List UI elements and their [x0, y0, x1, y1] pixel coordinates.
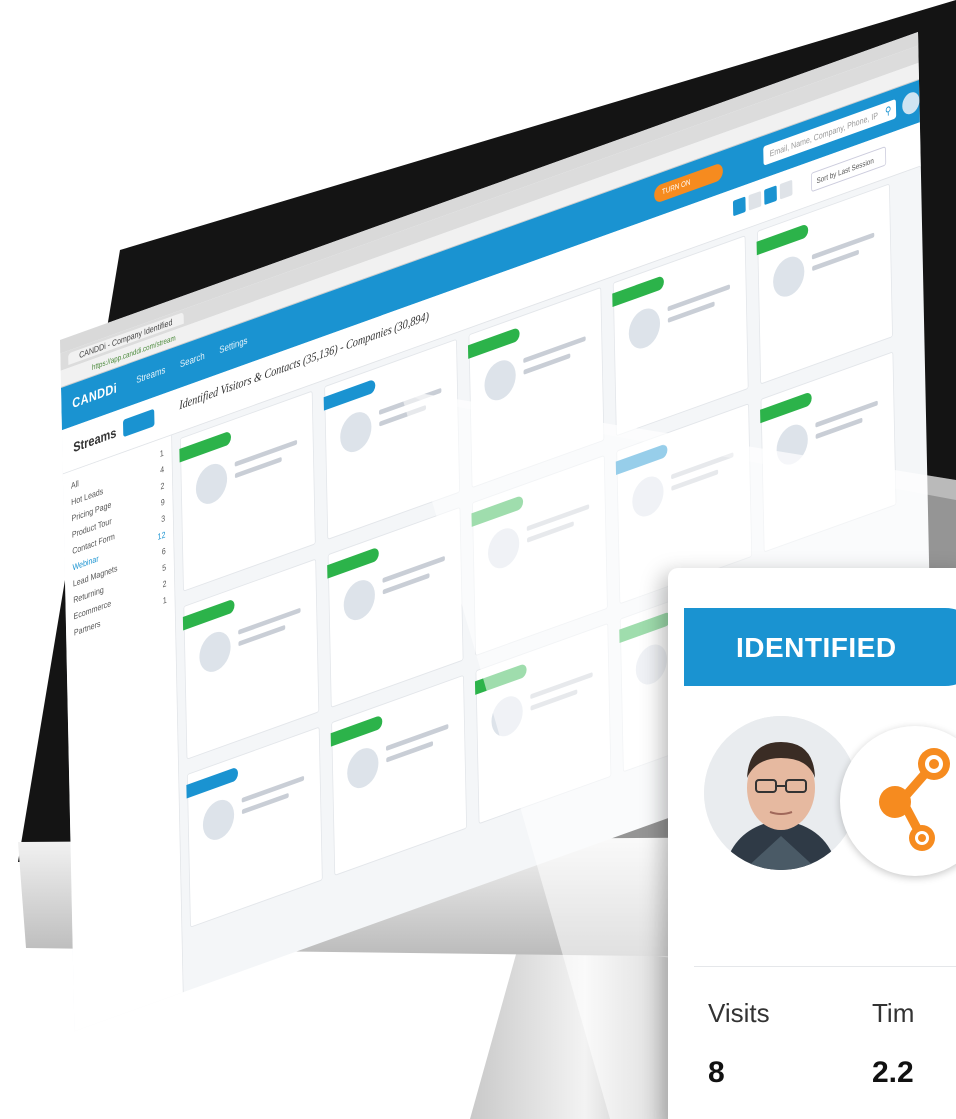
search-icon[interactable]: ⚲ [885, 104, 892, 118]
streams-sidebar: All 1 Hot Leads 4 Pricing Page 2 Product To… [62, 435, 184, 1032]
visitor-card[interactable] [474, 622, 612, 825]
visitor-photo [704, 716, 858, 870]
nav-item-search[interactable]: Search [180, 351, 205, 370]
view-switcher [732, 179, 796, 222]
status-tag [619, 611, 672, 644]
avatar [339, 407, 372, 457]
nav-item-settings[interactable]: Settings [219, 336, 247, 357]
avatar [202, 795, 235, 845]
avatar [484, 355, 517, 406]
avatar [491, 691, 524, 742]
create-stream-button[interactable] [122, 408, 155, 438]
avatar [628, 303, 661, 354]
avatar [631, 471, 664, 522]
canddi-logo[interactable]: CANDDi [72, 380, 117, 411]
status-tag [179, 430, 232, 463]
status-tag [760, 391, 812, 424]
avatar [343, 575, 376, 625]
status-tag [615, 443, 668, 476]
person-portrait-icon [704, 716, 858, 870]
avatar [772, 251, 805, 302]
status-tag [182, 598, 235, 631]
user-avatar[interactable] [902, 89, 920, 117]
nav-item-streams[interactable]: Streams [136, 365, 165, 386]
avatar [776, 419, 809, 470]
visitor-card[interactable] [330, 674, 468, 876]
grid-view-icon[interactable] [732, 196, 746, 217]
list-view-icon[interactable] [748, 190, 762, 211]
streams-heading: Streams [73, 424, 117, 456]
avatar [487, 523, 520, 574]
visitor-card[interactable] [471, 454, 608, 657]
status-tag [756, 223, 809, 256]
stat-value-visits: 8 [708, 1056, 725, 1089]
canddi-node-icon [879, 748, 950, 851]
status-tag [327, 546, 379, 579]
stat-label-time: Tim [872, 998, 915, 1028]
visitor-card[interactable] [182, 558, 320, 760]
status-tag [474, 662, 527, 695]
stat-value-time: 2.2 [872, 1056, 914, 1089]
status-tag [323, 378, 376, 411]
avatar [199, 627, 232, 677]
stat-label-visits: Visits [708, 998, 770, 1028]
card-divider [694, 966, 956, 967]
status-tag [186, 766, 239, 799]
status-tag [612, 275, 665, 308]
brand-badge [840, 726, 956, 876]
status-tag [471, 494, 524, 527]
status-badge: IDENTIFIED [684, 608, 956, 686]
avatar [346, 743, 379, 793]
status-tag [467, 326, 520, 359]
visitor-card[interactable] [186, 726, 323, 928]
visitor-card[interactable] [327, 506, 464, 708]
visitor-card[interactable] [760, 351, 897, 553]
status-tag [330, 714, 383, 747]
avatar [195, 459, 228, 509]
visitor-card-zoom[interactable]: IDENTIFIED Visits 8 Tim 2.2 [668, 568, 956, 1119]
product-hero-scene: CANDDi - Company Identified https://app.… [0, 0, 956, 1119]
card-view-icon[interactable] [764, 185, 777, 206]
status-label: IDENTIFIED [736, 632, 897, 663]
table-view-icon[interactable] [779, 179, 793, 200]
avatar [635, 639, 668, 690]
